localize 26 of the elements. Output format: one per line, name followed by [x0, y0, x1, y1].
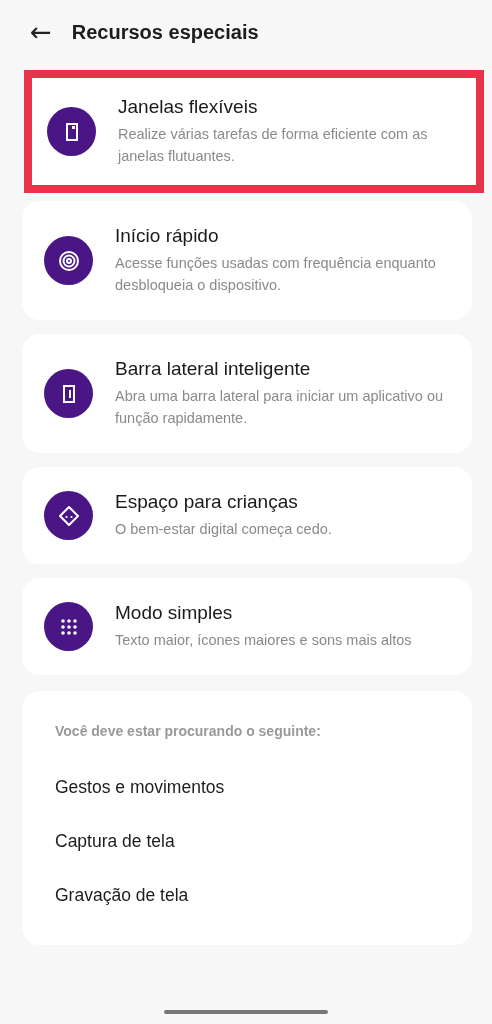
feature-description: Acesse funções usadas com frequência enquanto desbloqueia o dispositivo. [115, 254, 437, 295]
target-icon [44, 236, 93, 285]
face-icon [44, 491, 93, 540]
suggestion-link[interactable]: Gravação de tela [55, 871, 472, 925]
feature-title: Janelas flexíveis [118, 96, 259, 118]
feature-title: Modo simples [115, 602, 234, 624]
sidebar-icon [44, 369, 93, 418]
back-button[interactable]: ← [30, 19, 52, 45]
feature-card[interactable]: Modo simples Texto maior, ícones maiores e sons mais altos [22, 578, 472, 675]
feature-card[interactable]: Barra lateral inteligente Abra uma barra lateral para iniciar um aplicativo ou função rapidamente. [22, 334, 472, 453]
highlighted-feature-card[interactable]: Janelas flexíveis Realize várias tarefas de forma eficiente com as janelas flutuantes. [24, 70, 484, 193]
feature-title: Início rápido [115, 225, 220, 247]
feature-card[interactable]: Início rápido Acesse funções usadas com frequência enquanto desbloqueia o dispositivo. [22, 201, 472, 320]
feature-description: Texto maior, ícones maiores e sons mais altos [115, 631, 412, 650]
feature-description: Realize várias tarefas de forma eficiente com as janelas flutuantes. [118, 125, 429, 166]
feature-description: O bem-estar digital começa cedo. [115, 520, 332, 539]
suggestions-heading: Você deve estar procurando o seguinte: [55, 723, 322, 739]
feature-title: Barra lateral inteligente [115, 358, 312, 380]
grid-icon [44, 602, 93, 651]
feature-description: Abra uma barra lateral para iniciar um aplicativo ou função rapidamente. [115, 387, 445, 428]
window-icon [47, 107, 96, 156]
feature-title: Espaço para crianças [115, 491, 299, 513]
suggestion-link[interactable]: Gestos e movimentos [55, 763, 472, 817]
feature-card[interactable]: Espaço para crianças O bem-estar digital começa cedo. [22, 467, 472, 564]
page-title: Recursos especiais [71, 20, 259, 44]
suggestion-link[interactable]: Captura de tela [55, 817, 472, 871]
